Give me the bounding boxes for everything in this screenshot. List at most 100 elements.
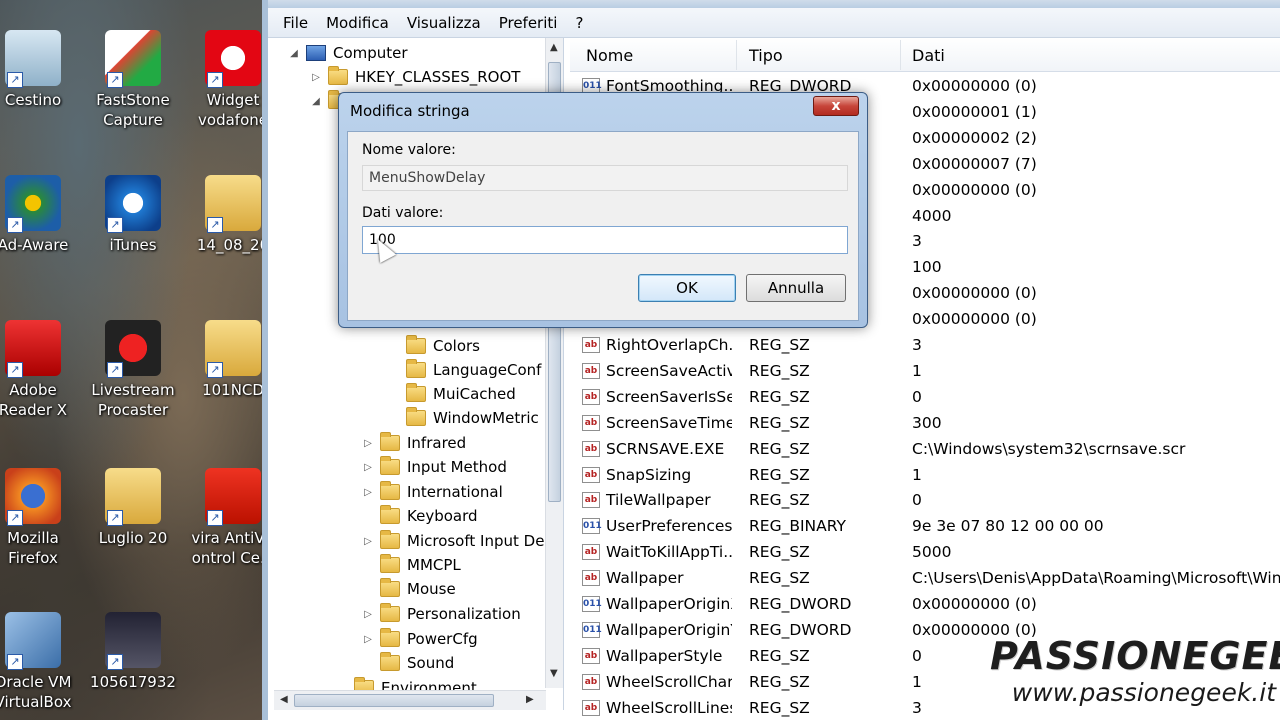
- table-row[interactable]: ab TileWallpaper REG_SZ 0: [570, 488, 1280, 514]
- value-name-cell: ab ScreenSaveActive: [582, 362, 732, 380]
- value-data-input[interactable]: [362, 226, 848, 254]
- column-divider[interactable]: [900, 40, 901, 70]
- desktop-icon[interactable]: ↗ Widget vodafone: [188, 30, 262, 130]
- table-row[interactable]: ab Wallpaper REG_SZ C:\Users\Denis\AppData\…: [570, 566, 1280, 592]
- tree-node-label: Colors: [433, 337, 480, 355]
- tree-node[interactable]: MuiCached: [388, 382, 516, 406]
- tree-node[interactable]: LanguageConf: [388, 358, 541, 382]
- title-bar[interactable]: [268, 0, 1280, 8]
- column-divider[interactable]: [736, 40, 737, 70]
- dialog-title: Modifica stringa: [350, 102, 470, 120]
- tree-horizontal-scrollbar[interactable]: ◀ ▶: [274, 690, 546, 710]
- table-row[interactable]: ab WaitToKillAppTi... REG_SZ 5000: [570, 540, 1280, 566]
- tree-node-computer[interactable]: ◢ Computer: [288, 41, 407, 65]
- expand-arrow-icon[interactable]: ▷: [362, 438, 374, 449]
- scrollbar-thumb[interactable]: [294, 694, 494, 707]
- tree-node-label: Input Method: [407, 458, 507, 476]
- scroll-down-arrow-icon[interactable]: ▼: [550, 668, 558, 679]
- tree-node[interactable]: MMCPL: [362, 553, 461, 577]
- expand-arrow-icon[interactable]: ▷: [310, 72, 322, 83]
- expand-arrow-icon[interactable]: ▷: [362, 609, 374, 620]
- edit-string-dialog: Modifica stringa x Nome valore: Dati val…: [338, 92, 868, 328]
- tree-node[interactable]: Keyboard: [362, 504, 478, 528]
- expand-arrow-icon[interactable]: ▷: [362, 536, 374, 547]
- desktop-icon[interactable]: ↗ vira AntiVir ontrol Ce...: [188, 468, 262, 568]
- menu-item-[interactable]: ?: [566, 14, 592, 32]
- collapse-arrow-icon[interactable]: ◢: [288, 48, 300, 59]
- desktop-icon-label: Adobe: [9, 381, 57, 399]
- tree-node[interactable]: ▷ Personalization: [362, 602, 521, 626]
- desktop-icon[interactable]: ↗ Livestream Procaster: [88, 320, 178, 420]
- string-value-icon: ab: [582, 337, 600, 353]
- value-name-text: SCRNSAVE.EXE: [606, 439, 725, 458]
- shortcut-arrow-icon: ↗: [207, 217, 223, 233]
- shortcut-arrow-icon: ↗: [107, 72, 123, 88]
- tree-node-label: International: [407, 483, 503, 501]
- table-row[interactable]: ab ScreenSaverIsSe... REG_SZ 0: [570, 385, 1280, 411]
- desktop-icon[interactable]: ↗ Luglio 20: [88, 468, 178, 548]
- value-data-cell: 0x00000002 (2): [912, 128, 1037, 147]
- string-value-icon: ab: [582, 362, 600, 379]
- tree-node[interactable]: ▷ HKEY_CLASSES_ROOT: [310, 65, 520, 89]
- expand-arrow-icon[interactable]: ▷: [362, 487, 374, 498]
- value-type-cell: REG_SZ: [749, 361, 810, 380]
- desktop-icon-label: Cestino: [4, 91, 62, 109]
- desktop-icon[interactable]: ↗ Cestino: [0, 30, 78, 110]
- value-data-cell: 0: [912, 387, 922, 406]
- string-value-icon: ab: [582, 466, 600, 483]
- desktop-icon[interactable]: ↗ 14_08_20: [188, 175, 262, 255]
- tree-node[interactable]: ▷ Infrared: [362, 431, 466, 455]
- table-row[interactable]: ab SCRNSAVE.EXE REG_SZ C:\Windows\system32\…: [570, 437, 1280, 463]
- value-name-label: Nome valore:: [362, 142, 456, 158]
- menu-item-preferiti[interactable]: Preferiti: [490, 14, 567, 32]
- shortcut-arrow-icon: ↗: [7, 654, 23, 670]
- value-data-cell: 4000: [912, 206, 952, 225]
- string-value-icon: ab: [582, 673, 600, 690]
- tree-node[interactable]: Colors: [388, 334, 480, 358]
- cancel-button[interactable]: Annulla: [746, 274, 846, 302]
- string-value-icon: ab: [582, 492, 600, 509]
- tree-node[interactable]: ▷ PowerCfg: [362, 627, 478, 651]
- menu-item-file[interactable]: File: [274, 14, 317, 32]
- string-value-icon: ab: [582, 388, 600, 405]
- column-header-name[interactable]: Nome: [586, 46, 633, 65]
- desktop-icon[interactable]: ↗ Adobe Reader X: [0, 320, 78, 420]
- desktop-icon[interactable]: ↗ 105617932: [88, 612, 178, 692]
- table-row[interactable]: ab ScreenSaveTime... REG_SZ 300: [570, 411, 1280, 437]
- tree-node[interactable]: Mouse: [362, 577, 456, 601]
- table-row[interactable]: ab ScreenSaveActive REG_SZ 1: [570, 359, 1280, 385]
- table-row[interactable]: ab RightOverlapCh... REG_SZ 3: [570, 333, 1280, 359]
- tree-node[interactable]: ▷ Input Method: [362, 455, 507, 479]
- desktop-icon[interactable]: ↗ iTunes: [88, 175, 178, 255]
- value-name-text: WallpaperStyle: [606, 646, 723, 665]
- scroll-up-arrow-icon[interactable]: ▲: [550, 42, 558, 53]
- desktop-icon[interactable]: ↗ Ad-Aware: [0, 175, 78, 255]
- tree-node[interactable]: WindowMetric: [388, 406, 539, 430]
- watermark-url: www.passionegeek.it: [1011, 678, 1276, 707]
- tree-node[interactable]: ▷ International: [362, 480, 503, 504]
- table-row[interactable]: ab SnapSizing REG_SZ 1: [570, 463, 1280, 489]
- close-button[interactable]: x: [813, 96, 859, 116]
- folder-icon: [380, 554, 400, 573]
- table-row[interactable]: 011UserPreferences... REG_BINARY 9e 3e 07 …: [570, 514, 1280, 540]
- value-name-cell: ab RightOverlapCh...: [582, 336, 732, 354]
- desktop-icon[interactable]: ↗ FastStone Capture: [88, 30, 178, 130]
- ok-button[interactable]: OK: [638, 274, 736, 302]
- table-row[interactable]: 011 WallpaperOriginX REG_DWORD 0x00000000 (…: [570, 592, 1280, 618]
- column-header-type[interactable]: Tipo: [749, 46, 783, 65]
- scroll-left-arrow-icon[interactable]: ◀: [280, 694, 288, 705]
- column-header-data[interactable]: Dati: [912, 46, 945, 65]
- tree-node[interactable]: Sound: [362, 651, 454, 675]
- expand-arrow-icon[interactable]: ▷: [362, 634, 374, 645]
- expand-arrow-icon[interactable]: ▷: [362, 462, 374, 473]
- desktop-icon[interactable]: ↗ 101NCD: [188, 320, 262, 400]
- menu-item-modifica[interactable]: Modifica: [317, 14, 398, 32]
- menu-item-visualizza[interactable]: Visualizza: [398, 14, 490, 32]
- desktop-icon[interactable]: ↗ Mozilla Firefox: [0, 468, 78, 568]
- recycle-bin-icon: ↗: [5, 30, 61, 88]
- desktop-icon[interactable]: ↗ Oracle VM VirtualBox: [0, 612, 78, 712]
- tree-node[interactable]: ▷ Microsoft Input De: [362, 529, 544, 553]
- scroll-right-arrow-icon[interactable]: ▶: [526, 694, 534, 705]
- desktop-icon-label: Capture: [103, 111, 163, 129]
- expand-arrow-icon[interactable]: ◢: [310, 96, 322, 107]
